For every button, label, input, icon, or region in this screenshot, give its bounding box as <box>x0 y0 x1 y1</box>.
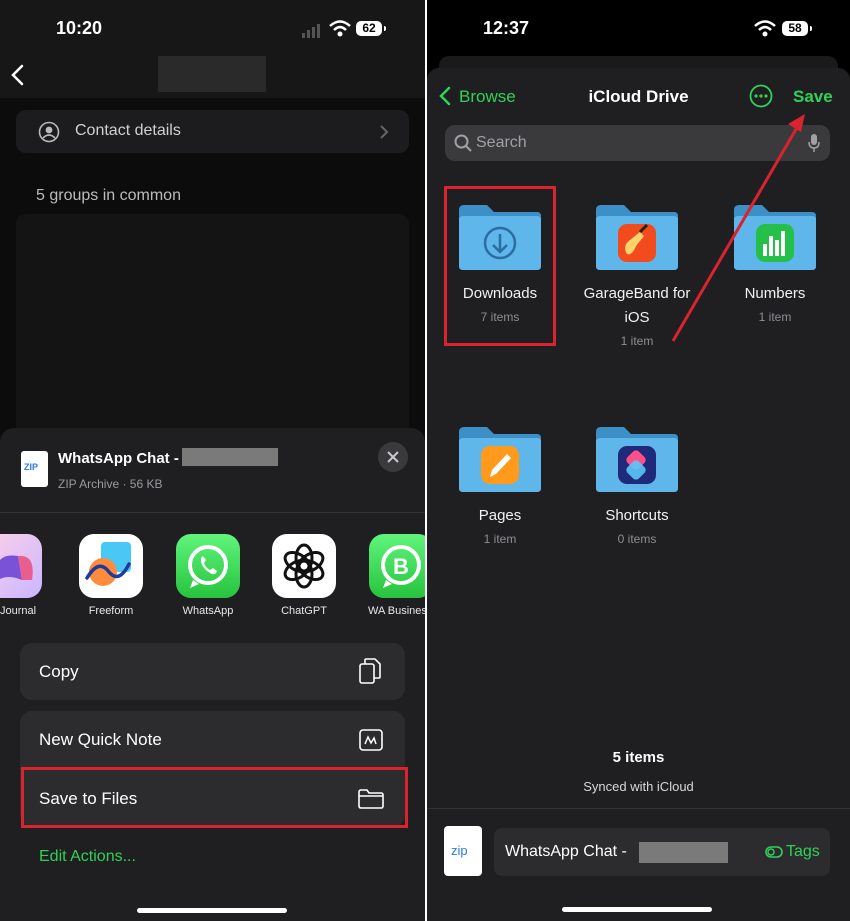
copy-icon <box>359 658 381 684</box>
left-screen: 10:20 62 Contact details 5 groups in com… <box>0 0 425 921</box>
app-label-whatsapp: WhatsApp <box>182 605 234 617</box>
app-journal[interactable] <box>0 534 42 598</box>
groups-in-common-label: 5 groups in common <box>36 187 181 204</box>
share-file-subtitle: ZIP Archive · 56 KB <box>58 477 163 491</box>
divider <box>0 512 425 513</box>
journal-icon <box>0 534 42 598</box>
freeform-icon <box>79 534 143 598</box>
share-sheet: ZIP WhatsApp Chat - ZIP Archive · 56 KB … <box>0 428 425 921</box>
new-quick-note-action[interactable]: New Quick Note <box>20 711 405 768</box>
close-icon <box>387 451 399 463</box>
app-label-journal: Journal <box>0 605 37 617</box>
contact-details-label: Contact details <box>75 122 181 139</box>
app-whatsapp[interactable] <box>176 534 240 598</box>
right-screen: 12:37 58 Browse iCloud Drive Save Search <box>427 0 850 921</box>
app-wa-business[interactable]: B <box>369 534 425 598</box>
highlight-save-to-files <box>21 767 408 828</box>
person-circle-icon <box>38 121 60 143</box>
chevron-right-icon <box>380 125 389 139</box>
copy-label: Copy <box>39 662 79 681</box>
app-label-chatgpt: ChatGPT <box>281 605 327 617</box>
wifi-icon <box>329 20 351 37</box>
battery-indicator: 62 <box>356 21 386 36</box>
app-label-wa-business: WA Business <box>368 605 425 617</box>
edit-actions-link[interactable]: Edit Actions... <box>39 848 136 866</box>
copy-action[interactable]: Copy <box>20 643 405 700</box>
contact-details-row[interactable]: Contact details <box>16 110 409 153</box>
back-chevron-icon[interactable] <box>10 64 26 86</box>
new-quick-note-label: New Quick Note <box>39 730 162 749</box>
app-chatgpt[interactable] <box>272 534 336 598</box>
chatgpt-icon <box>272 534 336 598</box>
app-label-freeform: Freeform <box>88 605 134 617</box>
whatsapp-icon <box>176 534 240 598</box>
wa-business-icon: B <box>369 534 425 598</box>
zip-file-icon: ZIP <box>21 451 48 487</box>
annotation-arrow <box>671 114 805 342</box>
quick-note-icon <box>359 729 383 751</box>
signal-icon <box>302 24 320 38</box>
svg-text:B: B <box>393 554 409 579</box>
app-freeform[interactable] <box>79 534 143 598</box>
status-time: 10:20 <box>56 18 103 38</box>
close-button[interactable] <box>378 442 408 472</box>
redacted-chat-name <box>182 448 278 466</box>
redacted-contact-name <box>158 56 266 92</box>
groups-list <box>16 214 409 436</box>
home-indicator <box>137 908 287 913</box>
share-file-title: WhatsApp Chat - <box>58 450 179 467</box>
